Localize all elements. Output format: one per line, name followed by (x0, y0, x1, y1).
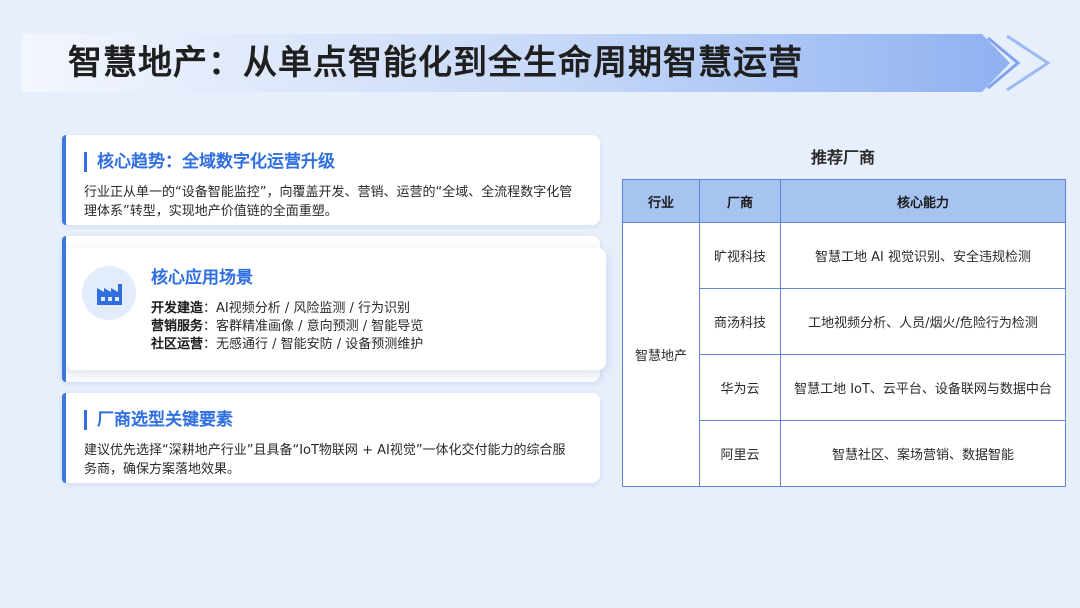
header-vendor: 厂商 (699, 179, 781, 223)
scenarios-heading: 核心应用场景 (151, 268, 253, 288)
card-accent-bar (62, 135, 66, 225)
selection-body: 建议优先选择“深耕地产行业”且具备“IoT物联网 + AI视觉”一体化交付能力的… (84, 443, 566, 477)
industry-cell: 智慧地产 (622, 222, 700, 487)
scenarios-list: 开发建造：AI视频分析 / 风险监测 / 行为识别 营销服务：客群精准画像 / … (151, 300, 423, 354)
trend-body: 行业正从单一的“设备智能监控”，向覆盖开发、营销、运营的“全域、全流程数字化管理… (84, 185, 573, 219)
vendor-cell: 商汤科技 (699, 288, 781, 355)
table-row: 智慧地产 旷视科技 智慧工地 AI 视觉识别、安全违规检测 (622, 222, 1066, 487)
list-item: 开发建造：AI视频分析 / 风险监测 / 行为识别 (151, 300, 423, 318)
page-title: 智慧地产：从单点智能化到全生命周期智慧运营 (68, 43, 803, 83)
vendor-cell: 阿里云 (699, 420, 781, 487)
trend-card: 核心趋势：全域数字化运营升级 行业正从单一的“设备智能监控”，向覆盖开发、营销、… (62, 135, 600, 225)
list-item: 社区运营：无感通行 / 智能安防 / 设备预测维护 (151, 336, 423, 354)
vendor-cell: 华为云 (699, 354, 781, 421)
list-item: 营销服务：客群精准画像 / 意向预测 / 智能导览 (151, 318, 423, 336)
capability-cell: 智慧社区、案场营销、数据智能 (780, 420, 1066, 487)
header-capability: 核心能力 (780, 179, 1066, 223)
vendor-cell: 旷视科技 (699, 222, 781, 289)
scenario-label: 营销服务 (151, 319, 204, 334)
selection-card: 厂商选型关键要素 建议优先选择“深耕地产行业”且具备“IoT物联网 + AI视觉… (62, 393, 600, 483)
scenario-label: 社区运营 (151, 337, 204, 352)
vendor-table-title: 推荐厂商 (810, 148, 875, 167)
card-accent-bar (62, 393, 66, 483)
trend-heading: 核心趋势：全域数字化运营升级 (84, 152, 335, 172)
capability-cell: 智慧工地 IoT、云平台、设备联网与数据中台 (780, 354, 1066, 421)
table-header-row: 行业 厂商 核心能力 (622, 179, 1066, 223)
capability-cell: 智慧工地 AI 视觉识别、安全违规检测 (780, 222, 1066, 289)
scenarios-card: 核心应用场景 开发建造：AI视频分析 / 风险监测 / 行为识别 营销服务：客群… (66, 248, 606, 370)
header-industry: 行业 (622, 179, 700, 223)
scenario-text: ：AI视频分析 / 风险监测 / 行为识别 (203, 301, 411, 316)
capability-cell: 工地视频分析、人员/烟火/危险行为检测 (780, 288, 1066, 355)
factory-icon (82, 266, 136, 320)
scenario-text: ：客群精准画像 / 意向预测 / 智能导览 (203, 319, 424, 334)
scenario-label: 开发建造 (151, 301, 204, 316)
scenario-text: ：无感通行 / 智能安防 / 设备预测维护 (203, 337, 424, 352)
selection-heading: 厂商选型关键要素 (84, 410, 233, 430)
vendor-table: 行业 厂商 核心能力 智慧地产 旷视科技 智慧工地 AI 视觉识别、安全违规检测… (622, 179, 1066, 487)
